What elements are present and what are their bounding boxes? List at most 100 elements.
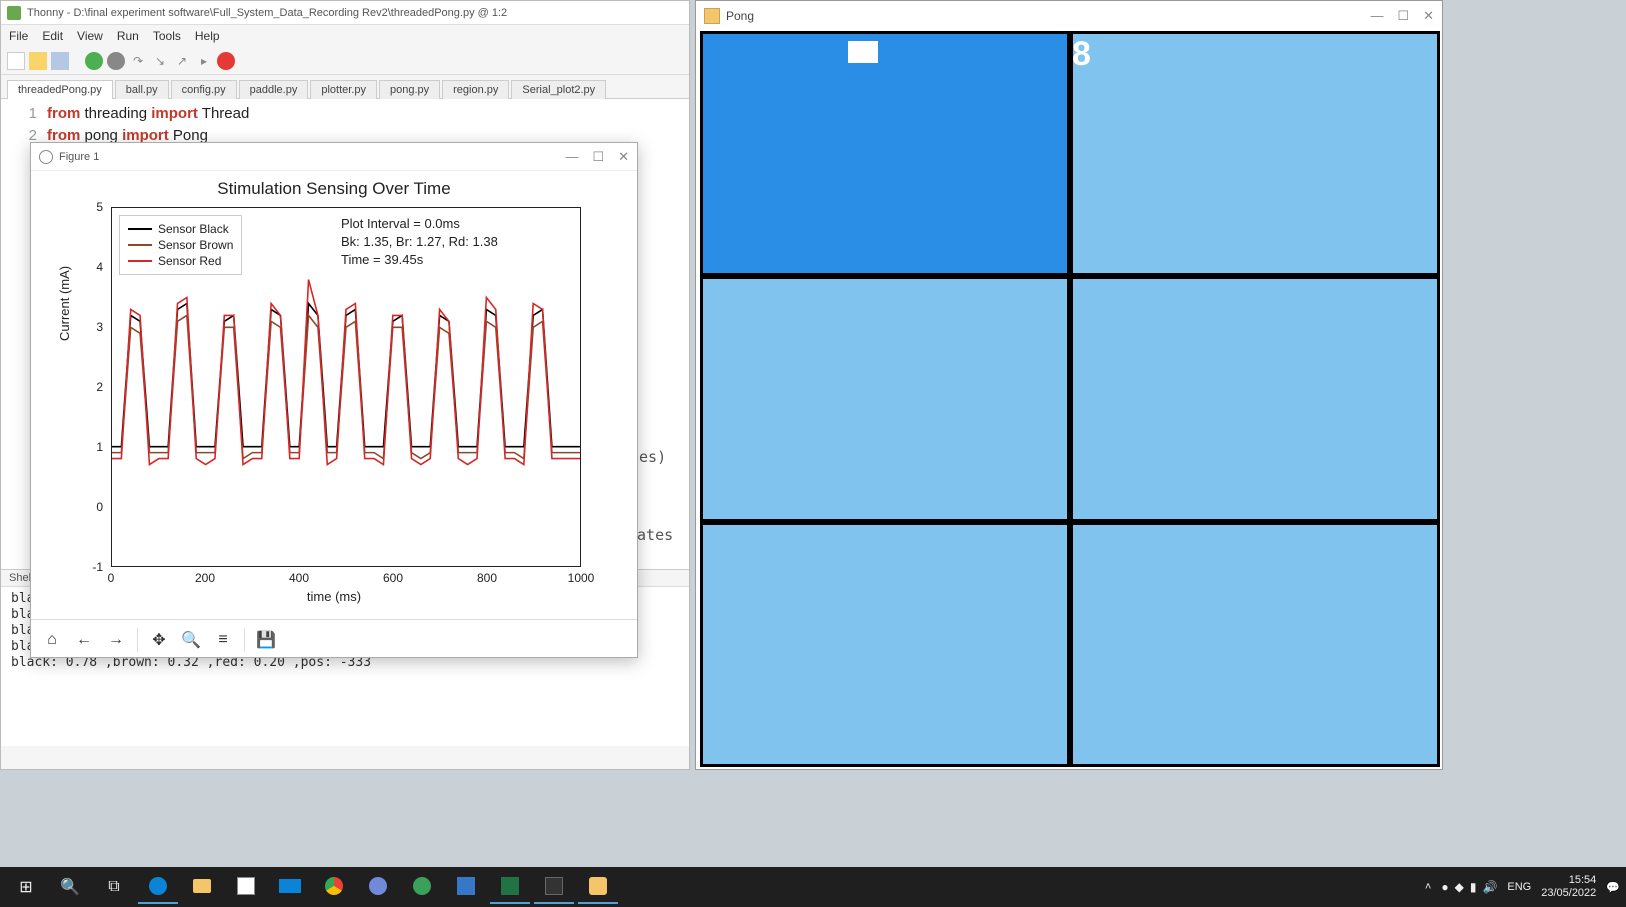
taskbar-time: 15:54 [1569, 874, 1597, 886]
taskbar-thonny[interactable] [534, 870, 574, 904]
matplotlib-figure-window: Figure 1 — ☐ ✕ Stimulation Sensing Over … [30, 142, 638, 658]
thonny-title-sep: - [64, 7, 74, 19]
taskbar-excel[interactable] [490, 870, 530, 904]
tab-serialplot[interactable]: Serial_plot2.py [511, 80, 606, 99]
taskbar-green-app[interactable] [402, 870, 442, 904]
pong-region[interactable] [1070, 522, 1440, 767]
thonny-titlebar[interactable]: Thonny - D:\final experiment software\Fu… [1, 1, 689, 25]
search-button[interactable]: 🔍 [50, 870, 90, 904]
taskbar-discord[interactable] [358, 870, 398, 904]
pong-score: 8 [1072, 35, 1091, 74]
save-file-button[interactable] [51, 52, 69, 70]
menu-file[interactable]: File [9, 29, 28, 43]
start-button[interactable]: ⊞ [6, 870, 46, 904]
maximize-button[interactable]: ☐ [592, 149, 604, 165]
menu-edit[interactable]: Edit [42, 29, 63, 43]
pong-field[interactable]: 8 [700, 31, 1440, 767]
tray-icon[interactable]: ▮ [1470, 880, 1477, 894]
chart-title: Stimulation Sensing Over Time [31, 179, 637, 199]
ytick: 2 [96, 380, 103, 394]
tray-icon[interactable]: ● [1441, 880, 1448, 894]
chart-ylabel: Current (mA) [57, 266, 72, 341]
zoom-icon[interactable]: 🔍 [176, 625, 206, 655]
tray-expand-icon[interactable]: ˄ [1425, 881, 1431, 893]
pan-icon[interactable]: ✥ [144, 625, 174, 655]
pong-minimize-button[interactable]: — [1370, 8, 1383, 24]
thonny-toolbar: ↷ ↘ ↗ ▸ [1, 47, 689, 75]
tab-pong[interactable]: pong.py [379, 80, 440, 99]
taskbar-edge[interactable] [138, 870, 178, 904]
pong-title: Pong [726, 9, 754, 23]
menu-run[interactable]: Run [117, 29, 139, 43]
back-icon[interactable]: ← [69, 625, 99, 655]
thonny-title-path: D:\final experiment software\Full_System… [73, 7, 507, 19]
tab-threadedpong[interactable]: threadedPong.py [7, 80, 113, 99]
taskbar-mail[interactable] [270, 870, 310, 904]
tab-config[interactable]: config.py [171, 80, 237, 99]
ytick: -1 [92, 560, 103, 574]
minimize-button[interactable]: — [565, 149, 578, 165]
taskbar-store[interactable] [226, 870, 266, 904]
editor-tabstrip: threadedPong.py ball.py config.py paddle… [1, 75, 689, 99]
home-icon[interactable]: ⌂ [37, 625, 67, 655]
forward-icon[interactable]: → [101, 625, 131, 655]
pong-maximize-button[interactable]: ☐ [1397, 8, 1409, 24]
tray-icon[interactable]: ◆ [1455, 880, 1464, 894]
tab-plotter[interactable]: plotter.py [310, 80, 377, 99]
tray-icon[interactable]: 🔊 [1482, 880, 1497, 894]
taskbar-python[interactable] [578, 870, 618, 904]
tab-ball[interactable]: ball.py [115, 80, 169, 99]
chart-area: Stimulation Sensing Over Time -1 0 1 2 3… [31, 171, 637, 619]
tab-region[interactable]: region.py [442, 80, 509, 99]
figure-titlebar[interactable]: Figure 1 — ☐ ✕ [31, 143, 637, 171]
matplotlib-toolbar: ⌂ ← → ✥ 🔍 ≡ 💾 [31, 619, 637, 659]
debug-button[interactable] [107, 52, 125, 70]
resume-button[interactable]: ▸ [195, 52, 213, 70]
ytick: 5 [96, 200, 103, 214]
figure-window-title: Figure 1 [59, 151, 99, 163]
xtick: 1000 [568, 571, 595, 585]
pong-region[interactable] [1070, 276, 1440, 521]
menu-help[interactable]: Help [195, 29, 220, 43]
xtick: 400 [289, 571, 309, 585]
pong-window: Pong — ☐ ✕ 8 [695, 0, 1443, 770]
ytick: 4 [96, 260, 103, 274]
taskbar-vscode[interactable] [446, 870, 486, 904]
thonny-app-icon [7, 6, 21, 20]
pong-close-button[interactable]: ✕ [1423, 8, 1434, 24]
pong-region[interactable] [1070, 31, 1440, 276]
ytick: 0 [96, 500, 103, 514]
system-tray[interactable]: ● ◆ ▮ 🔊 [1441, 880, 1497, 894]
close-button[interactable]: ✕ [618, 149, 629, 165]
chart-annotation: Plot Interval = 0.0ms Bk: 1.35, Br: 1.27… [341, 215, 498, 269]
taskbar-chrome[interactable] [314, 870, 354, 904]
step-over-button[interactable]: ↷ [129, 52, 147, 70]
notifications-button[interactable]: 💬 [1606, 881, 1620, 894]
taskbar-clock[interactable]: 15:54 23/05/2022 [1541, 874, 1596, 900]
run-button[interactable] [85, 52, 103, 70]
taskbar-date: 23/05/2022 [1541, 887, 1596, 899]
step-out-button[interactable]: ↗ [173, 52, 191, 70]
windows-taskbar: ⊞ 🔍 ⧉ ˄ ● ◆ ▮ 🔊 ENG 15:54 [0, 867, 1626, 907]
taskview-button[interactable]: ⧉ [94, 870, 134, 904]
save-icon[interactable]: 💾 [251, 625, 281, 655]
configure-icon[interactable]: ≡ [208, 625, 238, 655]
xtick: 200 [195, 571, 215, 585]
pong-titlebar[interactable]: Pong — ☐ ✕ [696, 1, 1442, 31]
pong-region[interactable] [700, 276, 1070, 521]
chart-legend: Sensor BlackSensor BrownSensor Red [119, 215, 242, 275]
chart-xlabel: time (ms) [31, 589, 637, 604]
pong-region[interactable] [700, 31, 1070, 276]
stop-button[interactable] [217, 52, 235, 70]
thonny-menubar: File Edit View Run Tools Help [1, 25, 689, 47]
new-file-button[interactable] [7, 52, 25, 70]
open-file-button[interactable] [29, 52, 47, 70]
menu-view[interactable]: View [77, 29, 103, 43]
menu-tools[interactable]: Tools [153, 29, 181, 43]
tab-paddle[interactable]: paddle.py [239, 80, 309, 99]
taskbar-language[interactable]: ENG [1507, 881, 1531, 893]
taskbar-explorer[interactable] [182, 870, 222, 904]
thonny-app-name: Thonny [27, 7, 64, 19]
step-into-button[interactable]: ↘ [151, 52, 169, 70]
pong-region[interactable] [700, 522, 1070, 767]
